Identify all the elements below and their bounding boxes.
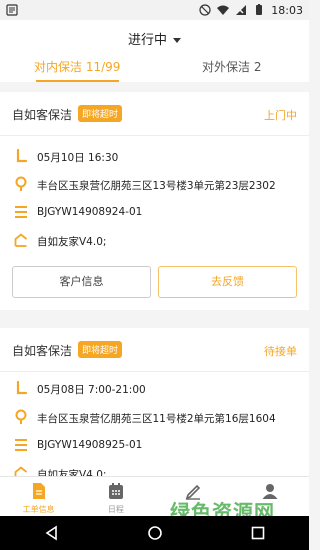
overdue-badge: 即将超时 bbox=[78, 341, 123, 358]
nav-label-orders: 工单信息 bbox=[22, 505, 55, 514]
bottom-nav: 工单信息 日程 bbox=[0, 476, 309, 516]
home-button-icon[interactable] bbox=[147, 525, 163, 541]
edit-icon bbox=[185, 484, 201, 500]
status-left bbox=[6, 4, 18, 16]
service-time: 05月08日 7:00-21:00 bbox=[37, 384, 146, 396]
page-title: 进行中 bbox=[127, 33, 167, 48]
order-card[interactable]: 自如客保洁 即将超时 待接单 05月08日 7:00-21:00 丰台区玉泉营亿… bbox=[0, 328, 309, 476]
header: 进行中 对内保洁 11/99 对外保洁 2 bbox=[0, 20, 309, 82]
notification-icon bbox=[6, 4, 18, 16]
address-row: 丰台区玉泉营亿朋苑三区11号楼2单元第16层1604 bbox=[0, 405, 309, 431]
order-source: 自如友家V4.0; bbox=[37, 469, 107, 476]
source-row: 自如友家V4.0; bbox=[0, 461, 309, 476]
system-nav-bar bbox=[0, 516, 309, 550]
recent-apps-icon[interactable] bbox=[250, 525, 266, 541]
home-icon bbox=[14, 466, 28, 476]
clock-icon bbox=[16, 148, 28, 163]
customer-info-button[interactable]: 客户信息 bbox=[12, 266, 151, 298]
status-time: 18:03 bbox=[271, 3, 303, 17]
service-address: 丰台区玉泉营亿朋苑三区13号楼3单元第23层2302 bbox=[37, 180, 276, 192]
clock-icon bbox=[16, 380, 28, 395]
location-pin-icon bbox=[15, 176, 27, 191]
nav-label-schedule: 日程 bbox=[107, 505, 124, 514]
feedback-button[interactable]: 去反馈 bbox=[158, 266, 297, 298]
status-bar: 18:03 bbox=[0, 0, 309, 20]
order-number-row: BJGYW14908924-01 bbox=[0, 200, 309, 226]
do-not-disturb-icon bbox=[199, 4, 211, 16]
nav-item-edit[interactable] bbox=[155, 477, 232, 516]
order-number: BJGYW14908925-01 bbox=[37, 439, 143, 451]
nav-item-profile[interactable] bbox=[232, 477, 309, 516]
order-status: 待接单 bbox=[264, 345, 297, 358]
document-icon bbox=[32, 483, 45, 499]
tab-external-cleaning[interactable]: 对外保洁 2 bbox=[155, 58, 310, 82]
user-icon bbox=[262, 484, 278, 499]
order-status: 上门中 bbox=[264, 109, 297, 122]
back-icon[interactable] bbox=[44, 525, 60, 541]
home-icon bbox=[14, 233, 28, 247]
card-header: 自如客保洁 即将超时 上门中 bbox=[0, 92, 309, 136]
card-title: 自如客保洁 bbox=[12, 108, 73, 122]
tab-internal-cleaning[interactable]: 对内保洁 11/99 bbox=[0, 58, 155, 82]
list-icon bbox=[15, 439, 27, 451]
battery-icon bbox=[256, 4, 263, 15]
card-title: 自如客保洁 bbox=[12, 344, 73, 358]
order-number-row: BJGYW14908925-01 bbox=[0, 433, 309, 459]
caret-down-icon bbox=[173, 38, 181, 43]
signal-icon bbox=[236, 5, 247, 15]
time-row: 05月08日 7:00-21:00 bbox=[0, 376, 309, 402]
list-icon bbox=[15, 206, 27, 218]
calendar-icon bbox=[108, 483, 123, 499]
tab-bar: 对内保洁 11/99 对外保洁 2 bbox=[0, 58, 309, 82]
service-address: 丰台区玉泉营亿朋苑三区11号楼2单元第16层1604 bbox=[37, 413, 276, 425]
status-right: 18:03 bbox=[199, 4, 303, 17]
service-time: 05月10日 16:30 bbox=[37, 152, 119, 164]
order-number: BJGYW14908924-01 bbox=[37, 206, 143, 218]
overdue-badge: 即将超时 bbox=[78, 105, 123, 122]
wifi-icon bbox=[217, 5, 230, 15]
time-row: 05月10日 16:30 bbox=[0, 144, 309, 170]
status-filter-dropdown[interactable]: 进行中 bbox=[0, 29, 309, 48]
nav-item-orders[interactable]: 工单信息 bbox=[0, 477, 77, 516]
nav-item-schedule[interactable]: 日程 bbox=[77, 477, 154, 516]
order-source: 自如友家V4.0; bbox=[37, 236, 107, 248]
order-card[interactable]: 自如客保洁 即将超时 上门中 05月10日 16:30 丰台区玉泉营亿朋苑三区1… bbox=[0, 92, 309, 310]
location-pin-icon bbox=[15, 409, 27, 424]
card-header: 自如客保洁 即将超时 待接单 bbox=[0, 328, 309, 372]
source-row: 自如友家V4.0; bbox=[0, 228, 309, 254]
address-row: 丰台区玉泉营亿朋苑三区13号楼3单元第23层2302 bbox=[0, 172, 309, 198]
